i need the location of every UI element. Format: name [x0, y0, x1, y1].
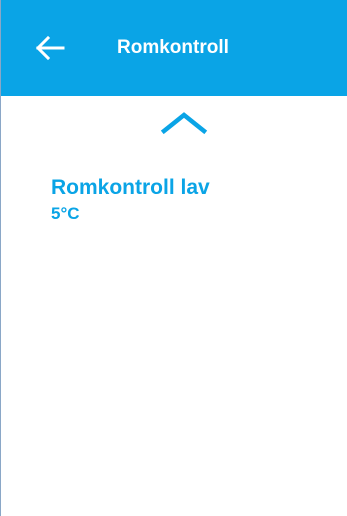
arrow-left-icon — [35, 35, 65, 61]
setting-name[interactable]: Romkontroll lav — [51, 175, 210, 201]
setting-value: 5°C — [51, 204, 80, 223]
scroll-up-button[interactable] — [156, 110, 212, 136]
page-title: Romkontroll — [117, 37, 229, 58]
header-bar: Romkontroll — [1, 0, 347, 96]
back-button[interactable] — [29, 30, 69, 66]
chevron-up-icon — [160, 112, 208, 135]
screen: Romkontroll Romkontroll lav 5°C — [0, 0, 347, 516]
